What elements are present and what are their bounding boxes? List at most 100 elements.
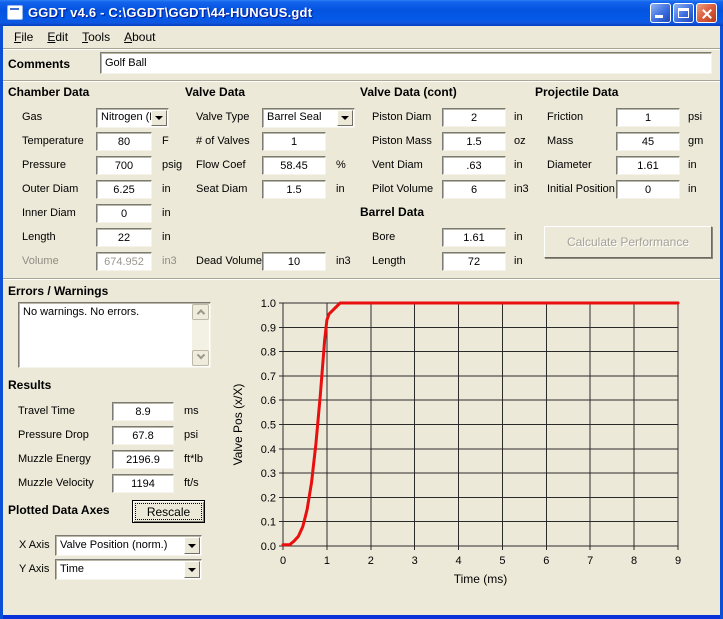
piston-diam-field[interactable]: [442, 108, 506, 127]
minimize-button[interactable]: [650, 3, 671, 23]
results-title: Results: [8, 378, 51, 392]
outer-diam-unit: in: [162, 180, 171, 199]
bore-label: Bore: [372, 228, 395, 247]
valve-data-title: Valve Data: [185, 85, 245, 99]
pressure-drop-label: Pressure Drop: [18, 426, 89, 445]
flow-coef-field[interactable]: [262, 156, 326, 175]
menu-item-edit[interactable]: Edit: [40, 28, 75, 46]
scroll-up-button[interactable]: [192, 304, 209, 320]
chart-xlabel: Time (ms): [454, 572, 508, 586]
outer-diam-field[interactable]: [96, 180, 152, 199]
svg-text:8: 8: [631, 555, 637, 567]
svg-text:5: 5: [499, 555, 505, 567]
pilot-volume-field[interactable]: [442, 180, 506, 199]
outer-diam-label: Outer Diam: [22, 180, 78, 199]
menu-item-tools[interactable]: Tools: [75, 28, 117, 46]
volume-field: [96, 252, 152, 271]
vent-diam-field[interactable]: [442, 156, 506, 175]
friction-field[interactable]: [616, 108, 680, 127]
window-title: GGDT v4.6 - C:\GGDT\GGDT\44-HUNGUS.gdt: [28, 5, 312, 20]
valve-type-label: Valve Type: [196, 108, 249, 127]
menu-item-file[interactable]: File: [7, 28, 40, 46]
valve-type-combo[interactable]: Barrel Seal: [262, 108, 355, 128]
dead-volume-label: Dead Volume: [196, 252, 262, 271]
flow-coef-label: Flow Coef: [196, 156, 246, 175]
muzzle-energy-unit: ft*lb: [184, 450, 203, 469]
chart-ylabel: Valve Pos (x/X): [231, 384, 245, 466]
inner-diam-unit: in: [162, 204, 171, 223]
diameter-field[interactable]: [616, 156, 680, 175]
errors-scrollbar[interactable]: [192, 304, 209, 366]
valve-position-curve: [283, 303, 678, 545]
barrel-length-field[interactable]: [442, 252, 506, 271]
num-valves-field[interactable]: [262, 132, 326, 151]
y-axis-combo-value: Time: [60, 563, 84, 575]
dead-volume-field[interactable]: [262, 252, 326, 271]
projectile-data-title: Projectile Data: [535, 85, 618, 99]
svg-text:0.7: 0.7: [261, 371, 276, 383]
y-axis-label: Y Axis: [19, 560, 49, 579]
gas-label: Gas: [22, 108, 42, 127]
vent-diam-unit: in: [514, 156, 523, 175]
mass-field[interactable]: [616, 132, 680, 151]
menu-item-about[interactable]: About: [117, 28, 162, 46]
pressure-drop-unit: psi: [184, 426, 198, 445]
y-axis-combo[interactable]: Time: [55, 559, 202, 580]
inner-diam-field[interactable]: [96, 204, 152, 223]
dead-volume-unit: in3: [336, 252, 351, 271]
x-axis-combo[interactable]: Valve Position (norm.): [55, 535, 202, 556]
svg-text:2: 2: [368, 555, 374, 567]
chevron-up-icon: [196, 309, 204, 317]
volume-label: Volume: [22, 252, 59, 271]
gas-combo[interactable]: Nitrogen (N2): [96, 108, 169, 128]
chamber-length-label: Length: [22, 228, 56, 247]
y-axis-combo-arrow[interactable]: [184, 561, 200, 578]
pressure-label: Pressure: [22, 156, 66, 175]
scroll-down-button[interactable]: [192, 350, 209, 366]
svg-text:0.0: 0.0: [261, 541, 276, 553]
num-valves-label: # of Valves: [196, 132, 250, 151]
svg-text:9: 9: [675, 555, 681, 567]
chevron-down-icon: [155, 116, 163, 120]
piston-diam-unit: in: [514, 108, 523, 127]
chamber-length-field[interactable]: [96, 228, 152, 247]
svg-text:0: 0: [280, 555, 286, 567]
inner-diam-label: Inner Diam: [22, 204, 76, 223]
bore-field[interactable]: [442, 228, 506, 247]
valve-data-cont-title: Valve Data (cont): [360, 85, 457, 99]
svg-text:0.4: 0.4: [261, 444, 276, 456]
travel-time-label: Travel Time: [18, 402, 75, 421]
volume-unit: in3: [162, 252, 177, 271]
x-axis-combo-arrow[interactable]: [184, 537, 200, 554]
piston-mass-unit: oz: [514, 132, 526, 151]
muzzle-energy-field: [112, 450, 174, 469]
svg-text:1.0: 1.0: [261, 298, 276, 310]
seat-diam-unit: in: [336, 180, 345, 199]
svg-text:0.1: 0.1: [261, 517, 276, 529]
gas-combo-arrow[interactable]: [151, 110, 167, 126]
close-button[interactable]: [696, 3, 717, 23]
comments-input[interactable]: [100, 52, 712, 74]
errors-warnings-title: Errors / Warnings: [8, 284, 108, 298]
rescale-button[interactable]: Rescale: [132, 500, 205, 523]
svg-text:0.5: 0.5: [261, 420, 276, 432]
initial-position-label: Initial Position: [547, 180, 615, 199]
chamber-length-unit: in: [162, 228, 171, 247]
seat-diam-label: Seat Diam: [196, 180, 247, 199]
svg-text:0.3: 0.3: [261, 468, 276, 480]
maximize-button[interactable]: [673, 3, 694, 23]
piston-diam-label: Piston Diam: [372, 108, 431, 127]
temperature-field[interactable]: [96, 132, 152, 151]
initial-position-field[interactable]: [616, 180, 680, 199]
chevron-down-icon: [188, 544, 196, 548]
pilot-volume-label: Pilot Volume: [372, 180, 433, 199]
seat-diam-field[interactable]: [262, 180, 326, 199]
menu-separator: [3, 48, 720, 50]
valve-type-combo-arrow[interactable]: [337, 110, 353, 126]
pressure-field[interactable]: [96, 156, 152, 175]
muzzle-velocity-field: [112, 474, 174, 493]
comments-separator: [3, 80, 720, 82]
piston-mass-field[interactable]: [442, 132, 506, 151]
pilot-volume-unit: in3: [514, 180, 529, 199]
friction-label: Friction: [547, 108, 583, 127]
